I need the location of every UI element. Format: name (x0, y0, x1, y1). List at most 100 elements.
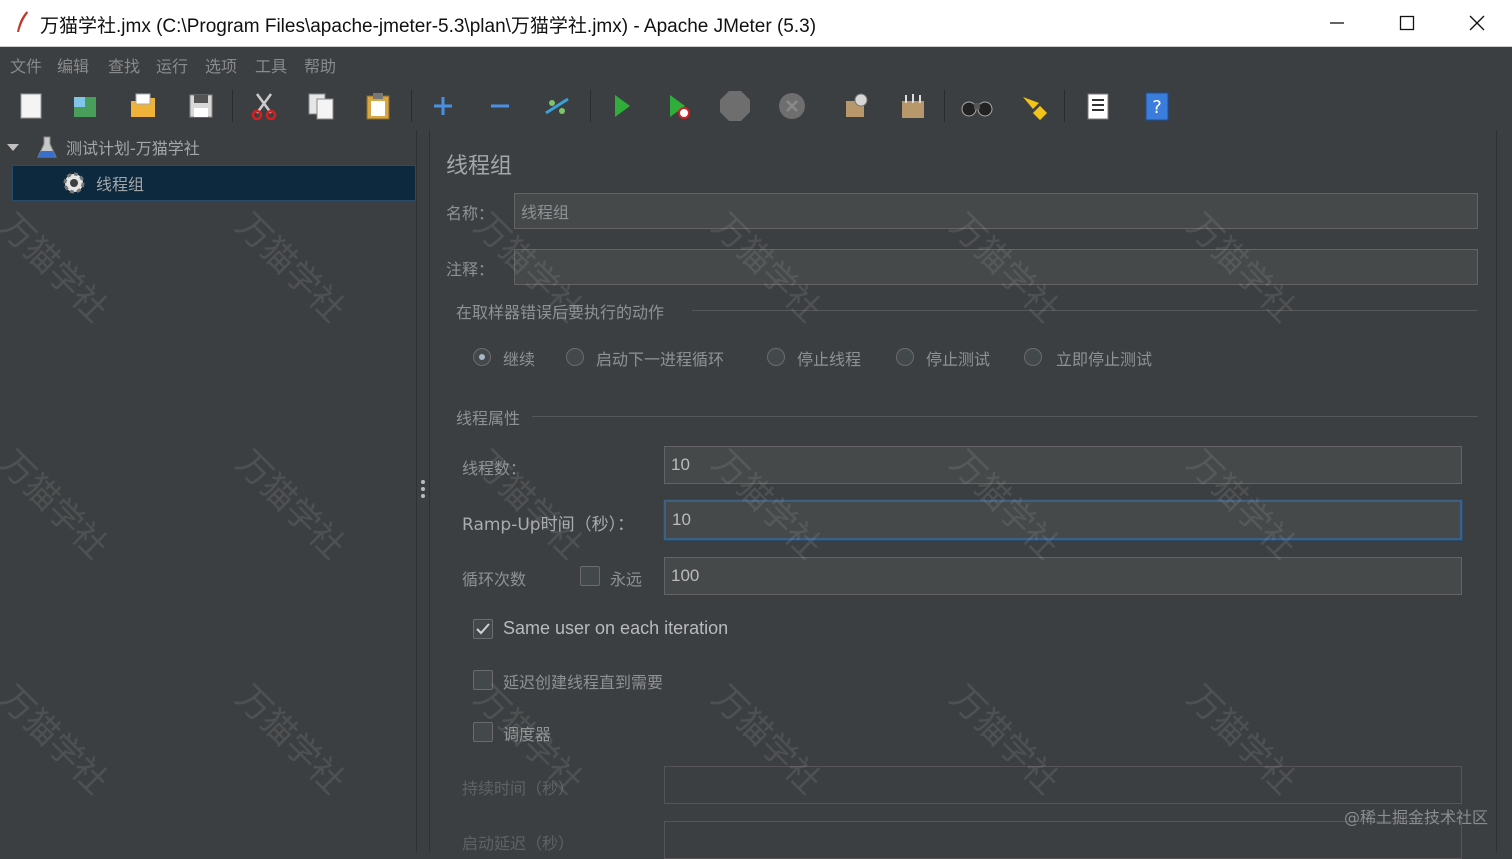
toolbar: ? (0, 80, 1512, 130)
radio-stop-test-now[interactable] (1024, 348, 1042, 366)
radio-stop-test[interactable] (896, 348, 914, 366)
duration-label: 持续时间（秒） (462, 779, 575, 798)
maximize-button[interactable] (1372, 0, 1442, 46)
shutdown-button[interactable] (775, 89, 809, 123)
copy-icon (308, 93, 334, 120)
vertical-scrollbar[interactable] (1496, 130, 1512, 852)
clear-all-icon (902, 94, 924, 118)
menu-search[interactable]: 查找 (108, 53, 140, 77)
close-button[interactable] (1442, 0, 1512, 46)
radio-start-next-loop[interactable] (566, 348, 584, 366)
stop-icon (720, 91, 750, 121)
radio-continue-label: 继续 (503, 350, 536, 369)
copy-button[interactable] (304, 89, 338, 123)
delay-thread-creation-label: 延迟创建线程直到需要 (503, 673, 664, 692)
menu-file[interactable]: 文件 (10, 53, 42, 77)
tree-item-test-plan[interactable]: 测试计划-万猫学社 (6, 130, 200, 164)
drag-handle-icon (421, 480, 425, 498)
clear-all-button[interactable] (896, 89, 930, 123)
menu-options[interactable]: 选项 (205, 53, 237, 77)
function-helper-button[interactable] (1081, 89, 1115, 123)
test-plan-tree: 测试计划-万猫学社 线程组 (0, 130, 416, 852)
loop-count-label: 循环次数 (462, 570, 527, 589)
radio-stop-thread[interactable] (767, 348, 785, 366)
expand-icon (434, 97, 452, 115)
tree-item-thread-group[interactable]: 线程组 (60, 166, 144, 200)
menu-run[interactable]: 运行 (156, 53, 188, 77)
menu-help[interactable]: 帮助 (304, 53, 336, 77)
startup-delay-label: 启动延迟（秒） (462, 834, 575, 853)
start-icon (615, 95, 630, 117)
radio-continue[interactable] (473, 348, 491, 366)
cut-icon (251, 93, 277, 121)
radio-stop-test-label: 停止测试 (926, 350, 991, 369)
toolbar-separator (590, 90, 591, 122)
name-label: 名称： (446, 204, 495, 223)
shutdown-icon (779, 93, 805, 119)
reset-search-button[interactable] (1017, 89, 1051, 123)
expand-all-button[interactable] (426, 89, 460, 123)
cut-button[interactable] (247, 89, 281, 123)
search-button[interactable] (960, 89, 994, 123)
comment-field[interactable] (514, 249, 1478, 285)
help-button[interactable]: ? (1140, 89, 1174, 123)
threads-field[interactable]: 10 (664, 446, 1462, 484)
delay-thread-creation-checkbox[interactable] (473, 670, 493, 690)
search-icon (961, 101, 993, 117)
minimize-button[interactable] (1302, 0, 1372, 46)
clear-icon (846, 93, 868, 117)
menu-bar: 文件 编辑 查找 运行 选项 工具 帮助 (0, 47, 1512, 79)
toolbar-separator (1064, 90, 1065, 122)
clear-button[interactable] (838, 89, 872, 123)
start-no-pause-button[interactable] (661, 89, 695, 123)
same-user-checkbox[interactable] (473, 619, 493, 639)
section-line (532, 416, 1478, 417)
section-line (692, 310, 1478, 311)
start-button[interactable] (604, 89, 638, 123)
scheduler-checkbox[interactable] (473, 722, 493, 742)
toolbar-separator (232, 90, 233, 122)
radio-start-next-loop-label: 启动下一进程循环 (596, 350, 725, 369)
open-button[interactable] (126, 89, 160, 123)
thread-props-section-title: 线程属性 (456, 409, 521, 428)
new-icon (20, 93, 42, 119)
svg-text:?: ? (1152, 97, 1162, 118)
menu-edit[interactable]: 编辑 (57, 53, 89, 77)
templates-icon (74, 97, 96, 117)
checkmark-icon (476, 623, 490, 635)
split-pane-divider[interactable] (416, 130, 430, 852)
collapse-all-button[interactable] (483, 89, 517, 123)
rampup-label: Ramp-Up时间（秒）： (462, 515, 635, 535)
chevron-down-icon (7, 144, 19, 151)
start-no-pause-icon (670, 95, 690, 119)
templates-button[interactable] (68, 89, 102, 123)
tree-item-label: 测试计划-万猫学社 (66, 139, 200, 158)
loop-count-field[interactable]: 100 (664, 557, 1462, 595)
gear-icon (63, 172, 85, 194)
startup-delay-field[interactable] (664, 821, 1462, 859)
site-watermark: @稀土掘金技术社区 (1343, 808, 1488, 827)
menu-tools[interactable]: 工具 (255, 53, 287, 77)
reset-search-icon (1023, 97, 1048, 121)
close-icon (1469, 15, 1485, 31)
same-user-label: Same user on each iteration (503, 618, 729, 638)
name-field[interactable]: 线程组 (514, 193, 1478, 229)
page-title: 线程组 (446, 154, 513, 179)
title-bar: 万猫学社.jmx (C:\Program Files\apache-jmeter… (0, 0, 1512, 47)
toggle-button[interactable] (540, 89, 574, 123)
duration-field[interactable] (664, 766, 1462, 804)
thread-group-panel: 线程组 名称： 线程组 注释： 在取样器错误后要执行的动作 继续 启动下一进程循… (430, 130, 1496, 859)
open-icon (131, 93, 155, 117)
maximize-icon (1399, 15, 1415, 31)
forever-checkbox[interactable] (580, 566, 600, 586)
new-button[interactable] (14, 89, 48, 123)
stop-button[interactable] (718, 89, 752, 123)
collapse-icon (491, 104, 509, 108)
forever-label: 永远 (610, 570, 643, 589)
save-button[interactable] (184, 89, 218, 123)
paste-button[interactable] (361, 89, 395, 123)
window-title: 万猫学社.jmx (C:\Program Files\apache-jmeter… (40, 16, 817, 37)
rampup-field[interactable]: 10 (664, 500, 1462, 540)
radio-stop-test-now-label: 立即停止测试 (1056, 350, 1153, 369)
toolbar-separator (944, 90, 945, 122)
